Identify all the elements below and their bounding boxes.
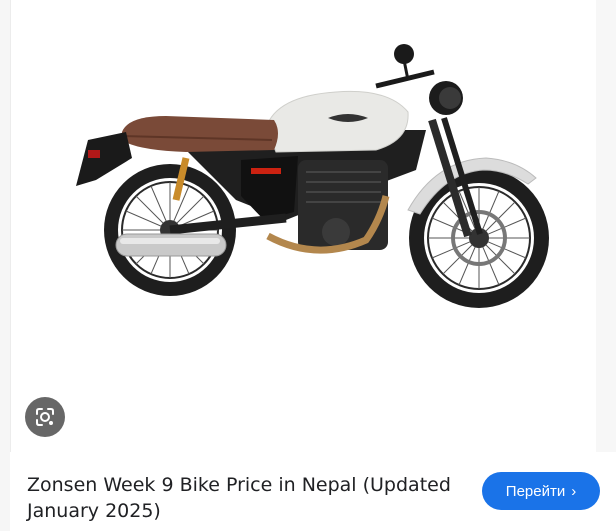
- google-lens-button[interactable]: [25, 397, 65, 437]
- chevron-right-icon: ›: [571, 482, 577, 500]
- visit-button-label: Перейти: [505, 482, 566, 500]
- result-title[interactable]: Zonsen Week 9 Bike Price in Nepal (Updat…: [27, 472, 457, 524]
- image-preview[interactable]: [36, 0, 594, 452]
- visit-button[interactable]: Перейти ›: [482, 472, 600, 510]
- right-edge-panel: [596, 0, 616, 452]
- result-footer: Zonsen Week 9 Bike Price in Nepal (Updat…: [10, 452, 616, 531]
- google-lens-icon: [36, 408, 54, 426]
- motorcycle-image: [76, 44, 549, 308]
